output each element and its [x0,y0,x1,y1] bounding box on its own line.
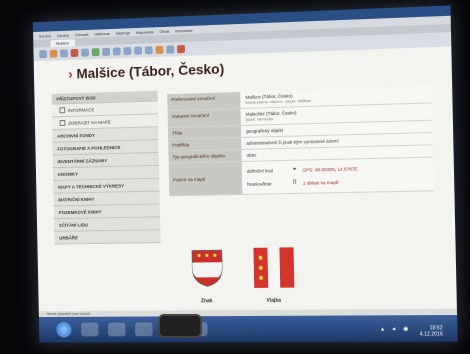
detail-label: Podtřída [168,137,242,151]
position-label: Pozice na mapě [168,161,243,196]
menu-item[interactable]: Oblíbené [94,31,110,37]
menu-item[interactable]: Nápověda [136,29,154,35]
clock-date: 4.12.2016 [419,331,443,338]
symbols-panel: Znak Vlajka [170,237,436,304]
detail-value: administrativně či jinak kým vymezené úz… [246,138,339,146]
detail-label: Třída [167,125,242,139]
sidebar-item-label: INFORMACE [67,106,95,113]
flag-caption: Vlajka [266,297,282,304]
position-sublabel: hranice/linie [247,181,272,187]
sidebar-item-label: ARCHIVNÍ FONDY [57,132,95,139]
zoom-in-icon[interactable] [102,47,111,56]
sidebar-item-label: INVENTÁRNÍ ZÁZNAMY [57,157,108,164]
menu-item[interactable]: Úpravy [57,32,69,37]
taskbar: ▴ ◂ ◉ 18:52 4.12.2016 [38,314,458,343]
info-icon [59,107,66,114]
menu-item[interactable]: Nástroje [116,30,131,35]
sidebar-item-label: FOTOGRAFIE A POHLEDNICE [57,144,121,152]
print-icon[interactable] [70,48,79,58]
menu-item[interactable]: Obrat [159,28,169,33]
page-title: › Malšice (Tábor, Česko) [68,61,224,82]
zoom-out-icon[interactable] [112,47,121,56]
detail-label: Typ geografického objektu [168,149,242,163]
browser-tab[interactable]: Malšice [50,39,75,48]
forward-icon[interactable] [144,46,153,55]
position-sublabel: definiční bod [246,168,273,174]
help-icon[interactable] [177,45,186,54]
details-table: Preferované označení Malšice (Tábor, Česk… [167,86,434,197]
taskbar-app-icon[interactable] [134,322,153,337]
settings-icon[interactable] [166,45,175,54]
position-row: Pozice na mapě definiční bod ⌖ GPS: 49.3638… [168,157,434,197]
coat-of-arms-image [190,248,224,288]
sidebar-item-label: SČÍTÁNÍ LIDU [58,221,88,228]
page-icon[interactable] [81,48,89,57]
detail-label: Preferované označení [167,91,241,111]
page-title-text: Malšice (Tábor, Česko) [76,60,225,82]
detail-label: Variantní označení [167,108,241,127]
page-content: › Malšice (Tábor, Česko) PŘÍSTUPOVÝ BOD IN… [33,46,458,333]
gps-pin-icon: ⌖ [292,166,297,173]
menu-item[interactable]: Informace [175,27,193,33]
feed-icon[interactable] [49,49,58,58]
position-link[interactable]: GPS: 49.3638N, 14.5787E [302,166,357,172]
taskbar-clock[interactable]: 18:52 4.12.2016 [420,325,443,337]
home-icon[interactable] [39,50,47,59]
position-line: hranice/linie ⌷ 1 oblast na mapě [247,174,428,191]
detail-value: geografický objekt [245,127,284,134]
crest-caption: Znak [200,298,213,305]
flag-image [253,247,295,288]
taskbar-app-icon[interactable] [107,322,126,337]
sidebar-item[interactable]: URBÁŘE [54,230,161,245]
system-tray-icons[interactable]: ▴ ◂ ◉ [381,325,412,332]
start-button[interactable] [56,321,72,338]
map-icon [59,119,66,126]
projected-screen: Soubor Úpravy Zobrazit Oblíbené Nástroje… [32,5,458,343]
menu-item[interactable]: Soubor [39,33,51,38]
area-icon: ⌷ [293,179,297,186]
sidebar-item-label: URBÁŘE [59,234,78,241]
safety-icon[interactable] [91,48,100,57]
search-icon[interactable] [123,46,132,56]
sidebar-item-label: ZOBRAZIT NA MAPĚ [68,119,111,126]
back-icon[interactable] [134,46,143,55]
position-values: definiční bod ⌖ GPS: 49.3638N, 14.5787E hra… [241,157,434,194]
detail-value: obec [246,152,257,158]
sidebar: PŘÍSTUPOVÝ BOD INFORMACE ZOBRAZIT NA MAPĚ A… [51,90,161,245]
tools-icon[interactable] [155,45,164,54]
mail-icon[interactable] [60,49,68,58]
taskbar-app-icon[interactable] [80,322,99,337]
position-link[interactable]: 1 oblast na mapě [303,180,339,186]
sidebar-item-label: PŘÍSTUPOVÝ BOD [56,94,96,102]
menu-item[interactable]: Zobrazit [75,31,89,36]
sidebar-item-label: POZEMKOVÉ KNIHY [58,208,102,215]
sidebar-item-label: MATRIČNÍ KNIHY [58,196,95,202]
sidebar-item-label: KRONIKY [57,171,79,177]
sidebar-item-label: MAPY A TECHNICKÉ VÝKRESY [58,182,125,190]
camera-foreground [160,316,200,336]
bullet-arrow-icon: › [68,65,73,82]
